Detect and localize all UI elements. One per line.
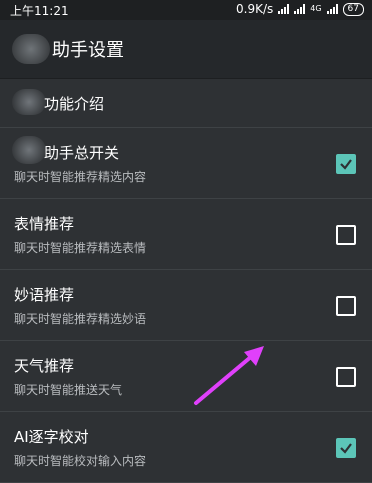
signal-icon-3 bbox=[326, 4, 338, 14]
setting-title: 表情推荐 bbox=[14, 215, 75, 233]
setting-title: 妙语推荐 bbox=[14, 286, 75, 304]
setting-sticker-recommend[interactable]: 表情推荐 聊天时智能推荐精选表情 bbox=[0, 199, 372, 270]
feature-intro-row[interactable]: 功能介绍 bbox=[0, 79, 372, 128]
setting-desc: 聊天时智能校对输入内容 bbox=[14, 454, 147, 468]
setting-phrase-recommend[interactable]: 妙语推荐 聊天时智能推荐精选妙语 bbox=[0, 270, 372, 341]
redacted-app-name bbox=[12, 89, 46, 115]
status-icons: 0.9K/s 4G 67 bbox=[236, 2, 364, 16]
master-switch-checkbox[interactable] bbox=[336, 154, 356, 174]
setting-title: 天气推荐 bbox=[14, 357, 75, 375]
setting-master-switch[interactable]: 助手总开关 聊天时智能推荐精选内容 bbox=[0, 128, 372, 199]
sticker-recommend-checkbox[interactable] bbox=[336, 225, 356, 245]
checkmark-icon bbox=[340, 159, 352, 170]
status-time: 上午11:21 bbox=[10, 4, 69, 18]
checkmark-icon bbox=[340, 443, 352, 454]
ai-proofread-checkbox[interactable] bbox=[336, 438, 356, 458]
redacted-app-name bbox=[12, 136, 46, 164]
setting-ai-proofread[interactable]: AI逐字校对 聊天时智能校对输入内容 bbox=[0, 412, 372, 483]
battery-icon: 67 bbox=[342, 2, 364, 16]
app-bar: 助手设置 bbox=[0, 20, 372, 79]
signal-icon-2 bbox=[294, 4, 306, 14]
network-type-4g: 4G bbox=[310, 4, 322, 13]
annotation-arrow-icon bbox=[194, 346, 264, 405]
setting-desc: 聊天时智能推荐精选表情 bbox=[14, 241, 147, 255]
page-title: 助手设置 bbox=[52, 40, 124, 61]
net-speed: 0.9K/s bbox=[236, 2, 274, 16]
setting-desc: 聊天时智能推送天气 bbox=[14, 383, 123, 397]
status-bar: 上午11:21 0.9K/s 4G 67 bbox=[0, 0, 372, 20]
setting-desc: 聊天时智能推荐精选妙语 bbox=[14, 312, 147, 326]
weather-recommend-checkbox[interactable] bbox=[336, 367, 356, 387]
setting-title: 助手总开关 bbox=[44, 144, 120, 162]
setting-title: AI逐字校对 bbox=[14, 428, 89, 446]
signal-icon bbox=[278, 4, 290, 14]
setting-desc: 聊天时智能推荐精选内容 bbox=[14, 170, 147, 184]
setting-weather-recommend[interactable]: 天气推荐 聊天时智能推送天气 bbox=[0, 341, 372, 412]
redacted-app-name bbox=[12, 34, 50, 64]
feature-intro-label: 功能介绍 bbox=[44, 95, 105, 113]
phrase-recommend-checkbox[interactable] bbox=[336, 296, 356, 316]
